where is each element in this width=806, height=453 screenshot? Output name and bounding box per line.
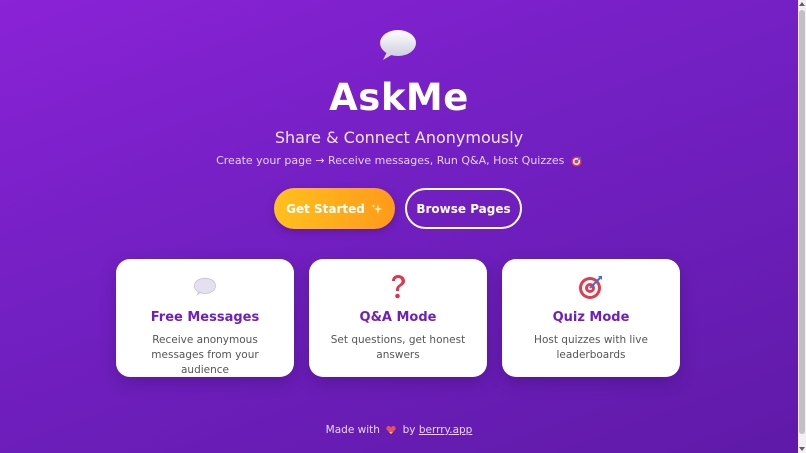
vertical-scrollbar[interactable] <box>798 0 806 453</box>
target-icon <box>571 155 582 167</box>
card-icon-container <box>116 273 294 301</box>
browse-pages-label: Browse Pages <box>416 201 511 216</box>
heart-icon <box>386 426 396 435</box>
card-title: Free Messages <box>150 310 260 325</box>
card-icon-container <box>502 273 680 301</box>
footer-made-with: Made with <box>325 424 380 436</box>
scroll-thumb[interactable] <box>799 10 805 434</box>
question-mark-icon <box>392 275 405 299</box>
feature-card-messages: Free Messages Receive anonymous messages… <box>116 259 294 377</box>
feature-card-qa: Q&A Mode Set questions, get honest answe… <box>309 259 487 377</box>
sparkles-icon <box>371 203 382 214</box>
subtitle: Create your page → Receive messages, Run… <box>0 154 798 167</box>
footer: Made with by berrry.app <box>0 424 798 436</box>
get-started-button[interactable]: Get Started <box>274 188 395 229</box>
card-title: Q&A Mode <box>359 310 437 325</box>
footer-by: by <box>402 424 416 436</box>
berrry-app-link[interactable]: berrry.app <box>419 424 473 436</box>
landing-page: AskMe Share & Connect Anonymously Create… <box>0 0 798 453</box>
speech-bubble-icon <box>194 277 216 296</box>
page-title: AskMe <box>329 76 469 119</box>
card-description: Set questions, get honest answers <box>330 334 466 361</box>
scroll-up-arrow-icon[interactable] <box>799 2 805 6</box>
scroll-down-arrow-icon[interactable] <box>799 447 805 451</box>
get-started-label: Get Started <box>286 201 365 216</box>
card-icon-container <box>309 273 487 301</box>
card-description: Receive anonymous messages from your aud… <box>151 334 259 376</box>
speech-bubble-icon <box>380 30 416 60</box>
tagline: Share & Connect Anonymously <box>274 128 524 147</box>
browse-pages-button[interactable]: Browse Pages <box>405 188 522 229</box>
card-description: Host quizzes with live leaderboards <box>534 334 648 361</box>
target-icon <box>579 276 602 299</box>
subtitle-text: Create your page → Receive messages, Run… <box>216 154 565 167</box>
card-title: Quiz Mode <box>552 310 630 325</box>
feature-card-quiz: Quiz Mode Host quizzes with live leaderb… <box>502 259 680 377</box>
